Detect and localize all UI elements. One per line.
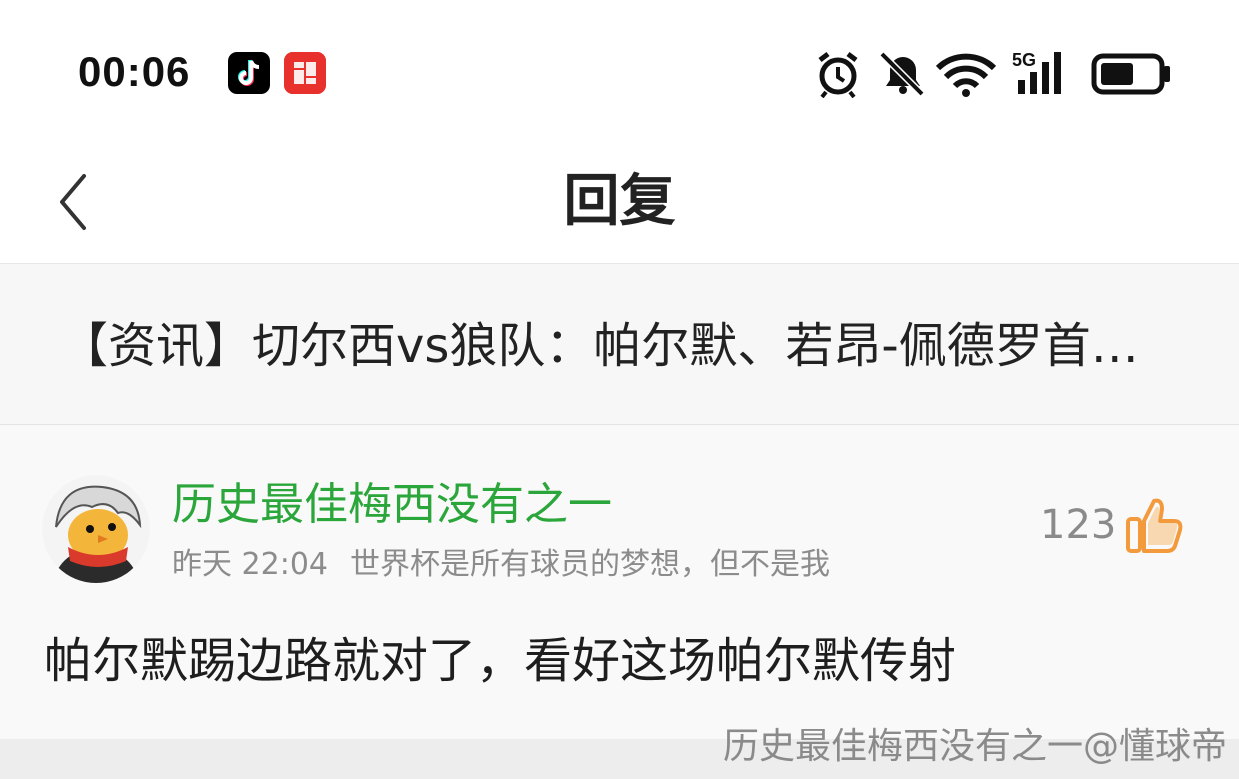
status-bar: 00:06 5G bbox=[0, 0, 1239, 140]
nav-bar: 回复 bbox=[0, 140, 1239, 264]
alarm-icon bbox=[818, 52, 858, 98]
wifi-icon bbox=[935, 53, 997, 97]
watermark: 历史最佳梅西没有之一@懂球帝 bbox=[722, 726, 1227, 767]
tiktok-icon bbox=[228, 52, 270, 94]
comment-item: 历史最佳梅西没有之一 昨天 22:04 世界杯是所有球员的梦想，但不是我 123 … bbox=[0, 425, 1239, 739]
comment-meta: 昨天 22:04 世界杯是所有球员的梦想，但不是我 bbox=[172, 545, 830, 585]
like-button[interactable] bbox=[1124, 495, 1186, 555]
status-time: 00:06 bbox=[78, 48, 191, 95]
comment-time: 昨天 22:04 bbox=[172, 547, 328, 582]
comment-text: 帕尔默踢边路就对了，看好这场帕尔默传射 bbox=[44, 633, 957, 689]
status-icons: 5G bbox=[818, 50, 1170, 98]
reply-page: 00:06 5G 回复 【资讯】切尔西vs狼队：帕尔默、若昂-佩德罗首发， 历史… bbox=[0, 0, 1239, 779]
mute-icon bbox=[879, 51, 925, 97]
battery-icon bbox=[1091, 53, 1170, 95]
thumbs-up-icon bbox=[1126, 498, 1183, 553]
avatar[interactable] bbox=[42, 475, 150, 583]
article-header[interactable]: 【资讯】切尔西vs狼队：帕尔默、若昂-佩德罗首发，恩佐替补 bbox=[0, 264, 1239, 425]
dongqiudi-icon bbox=[284, 52, 326, 94]
svg-text:5G: 5G bbox=[1012, 50, 1036, 70]
page-title: 回复 bbox=[563, 169, 676, 234]
username[interactable]: 历史最佳梅西没有之一 bbox=[172, 477, 612, 533]
user-signature: 世界杯是所有球员的梦想，但不是我 bbox=[350, 547, 830, 582]
cellular-signal-icon: 5G bbox=[1012, 50, 1061, 94]
like-count: 123 bbox=[1040, 502, 1117, 548]
article-title[interactable]: 【资讯】切尔西vs狼队：帕尔默、若昂-佩德罗首发，恩佐替补 bbox=[60, 316, 1180, 376]
